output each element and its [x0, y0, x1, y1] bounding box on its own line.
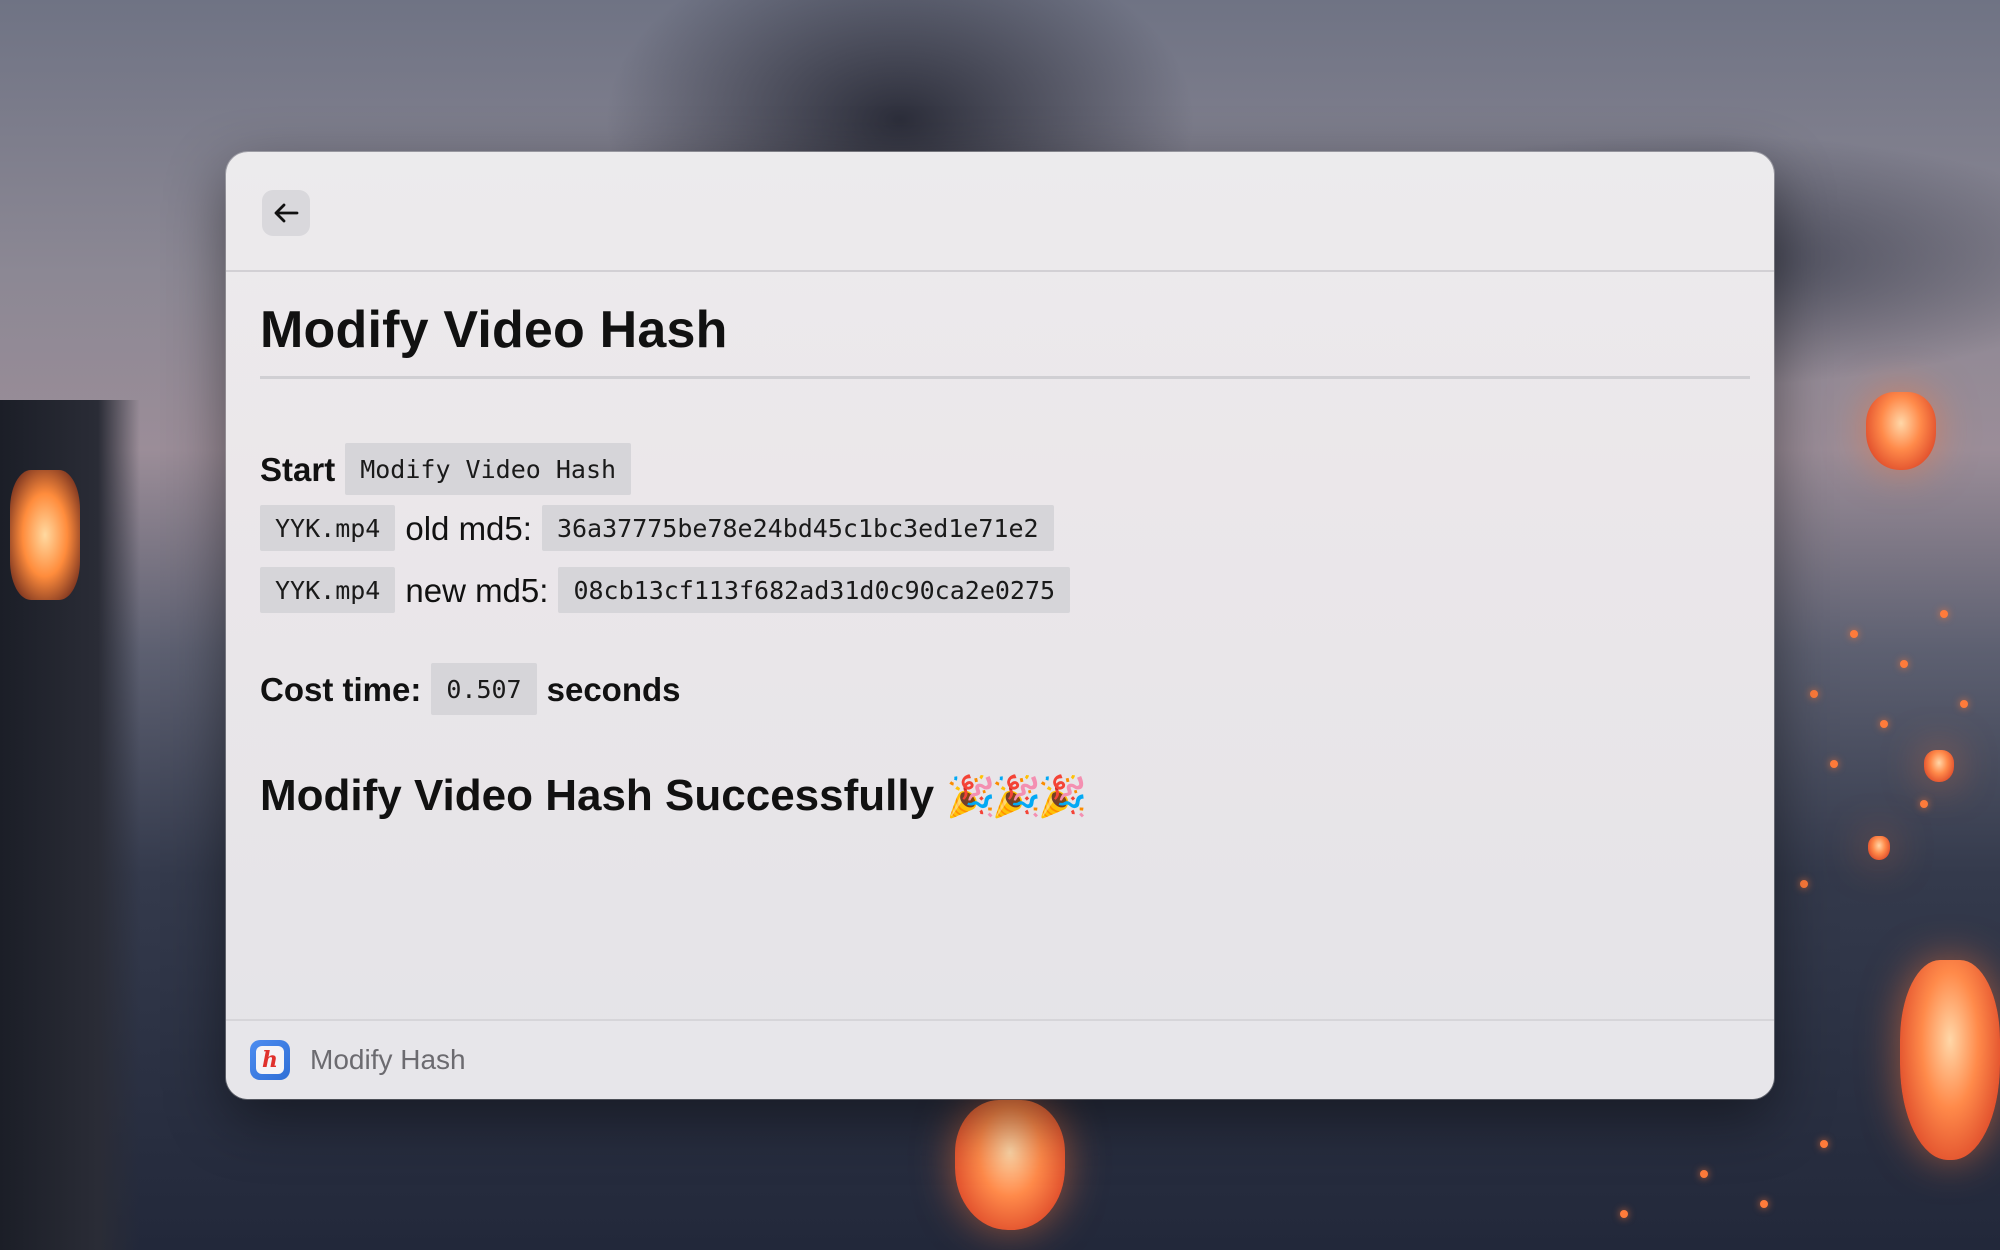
wallpaper-light — [1800, 880, 1808, 888]
wallpaper-light — [1900, 660, 1908, 668]
new-md5-hash-code: 08cb13cf113f682ad31d0c90ca2e0275 — [558, 567, 1071, 613]
page-title: Modify Video Hash — [260, 301, 728, 359]
wallpaper-light — [1850, 630, 1858, 638]
wallpaper-light — [1700, 1170, 1708, 1178]
wallpaper-lantern — [955, 1100, 1065, 1230]
party-popper-icon: 🎉🎉🎉 — [946, 774, 1087, 819]
wallpaper-light — [1880, 720, 1888, 728]
old-md5-label: old md5: — [405, 509, 532, 547]
arrow-left-icon — [274, 203, 299, 223]
new-md5-label: new md5: — [405, 571, 549, 609]
cost-time-value-code: 0.507 — [431, 663, 537, 715]
wallpaper-light — [1920, 800, 1928, 808]
wallpaper-light — [1940, 610, 1948, 618]
cost-time-row: Cost time: 0.507 seconds — [260, 663, 1750, 715]
detail-content: Modify Video Hash Start Modify Video Has… — [260, 270, 1750, 821]
success-message: Modify Video Hash Successfully 🎉🎉🎉 — [260, 771, 1750, 821]
new-md5-row: YYK.mp4 new md5: 08cb13cf113f682ad31d0c9… — [260, 567, 1750, 613]
wallpaper-light — [1620, 1210, 1628, 1218]
wallpaper-lantern — [1868, 836, 1890, 860]
app-icon-glyph: h — [256, 1046, 284, 1074]
wallpaper-light — [1820, 1140, 1828, 1148]
footer-app-name: Modify Hash — [310, 1044, 466, 1075]
back-button[interactable] — [262, 190, 310, 236]
wallpaper-lantern — [1924, 750, 1954, 782]
modify-hash-app-icon: h — [250, 1040, 290, 1080]
wallpaper-tower-light — [10, 470, 80, 600]
start-row: Start Modify Video Hash — [260, 443, 1750, 495]
start-label: Start — [260, 450, 336, 488]
success-text: Modify Video Hash Successfully — [260, 771, 935, 820]
file-name-code: YYK.mp4 — [260, 505, 396, 551]
wallpaper-light — [1830, 760, 1838, 768]
title-divider — [260, 376, 1750, 379]
start-value-code: Modify Video Hash — [345, 443, 632, 495]
wallpaper-light — [1760, 1200, 1768, 1208]
old-md5-hash-code: 36a37775be78e24bd45c1bc3ed1e71e2 — [541, 505, 1054, 551]
extension-window: Modify Video Hash Start Modify Video Has… — [226, 152, 1774, 1099]
wallpaper-lantern — [1866, 392, 1936, 470]
wallpaper-light — [1810, 690, 1818, 698]
window-toolbar — [226, 152, 1774, 272]
action-bar: h Modify Hash — [226, 1019, 1774, 1099]
cost-time-label: Cost time: — [260, 670, 422, 708]
cost-time-unit: seconds — [546, 670, 681, 708]
wallpaper-light — [1960, 700, 1968, 708]
wallpaper-lantern — [1900, 960, 2000, 1160]
file-name-code: YYK.mp4 — [260, 567, 396, 613]
old-md5-row: YYK.mp4 old md5: 36a37775be78e24bd45c1bc… — [260, 505, 1750, 551]
